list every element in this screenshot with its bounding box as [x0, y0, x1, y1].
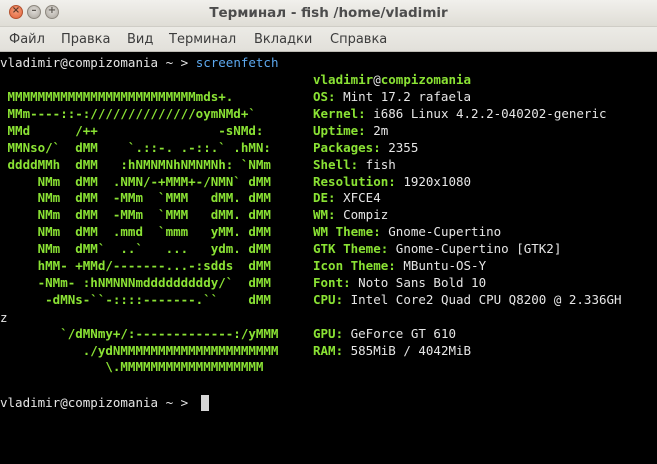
info-line: Kernel: i686 Linux 4.2.2-040202-generic [313, 106, 607, 122]
info-line: Resolution: 1920x1080 [313, 174, 471, 190]
info-line: WM Theme: Gnome-Cupertino [313, 224, 501, 240]
info-line: GTK Theme: Gnome-Cupertino [GTK2] [313, 241, 561, 257]
info-user: vladimir [313, 72, 374, 87]
logo-line: \.MMMMMMMMMMMMMMMMMMM [0, 359, 264, 375]
terminal-window: × – + Терминал - fish /home/vladimir Фай… [0, 0, 657, 464]
logo-line: MMm----::-://////////////oymNMd+` [0, 105, 256, 121]
terminal-output[interactable]: vladimir@compizomania ~ > screenfetch vl… [0, 53, 657, 464]
info-value: GeForce GT 610 [343, 325, 456, 341]
info-at: @ [373, 72, 381, 87]
info-line: Font: Noto Sans Bold 10 [313, 275, 486, 291]
prompt-path: ~ [165, 55, 174, 70]
info-key: OS: [313, 89, 336, 104]
info-value: fish [358, 156, 396, 172]
title-bar[interactable]: × – + Терминал - fish /home/vladimir [0, 0, 657, 27]
logo-line: `/dMNmy+/:-------------:/yMMM [0, 325, 279, 341]
logo-line: -NMm- :hNMNNNmdddddddddy/` dMM [0, 274, 271, 290]
menu-view[interactable]: Вид [127, 31, 153, 48]
prompt-line-current: vladimir@compizomania ~ > [0, 395, 196, 411]
prompt-line: vladimir@compizomania ~ > screenfetch [0, 55, 279, 71]
info-key: WM: [313, 207, 336, 223]
info-line: Shell: fish [313, 157, 396, 173]
logo-line: ./ydNMMMMMMMMMMMMMMMMMMMMM [0, 342, 279, 358]
info-key: Uptime: [313, 122, 366, 138]
info-line: RAM: 585MiB / 4042MiB [313, 343, 471, 359]
info-value: 2355 [380, 139, 419, 155]
logo-line: NMm dMM .mmd `mmm yMM. dMM [0, 224, 271, 240]
info-value: 1920x1080 [395, 173, 472, 189]
info-value: Gnome-Cupertino [GTK2] [388, 241, 562, 257]
info-value: Intel Core2 Quad CPU Q8200 @ 2.336GH [343, 291, 622, 307]
info-value: i686 Linux 4.2.2-040202-generic [365, 105, 607, 121]
prompt-user: vladimir@compizomania [0, 55, 159, 70]
info-line: Uptime: 2m [313, 123, 388, 139]
info-line: DE: XFCE4 [313, 190, 381, 206]
prompt-symbol: > [180, 55, 189, 70]
logo-line: NMm dMM` ..` ... ydm. dMM [0, 241, 271, 257]
info-value: Compiz [335, 207, 389, 223]
info-key: GPU: [313, 325, 344, 341]
window-title: Терминал - fish /home/vladimir [209, 5, 448, 21]
text-cursor [201, 395, 209, 411]
info-line: CPU: Intel Core2 Quad CPU Q8200 @ 2.336G… [313, 292, 622, 308]
info-key: Font: [313, 274, 351, 290]
info-value: 2m [365, 122, 389, 138]
prompt-user: vladimir@compizomania [0, 395, 159, 410]
info-value: Gnome-Cupertino [380, 224, 502, 240]
prompt-symbol: > [180, 395, 189, 410]
logo-line: NMm dMM .NMN/-+MMM+-/NMN` dMM [0, 173, 271, 189]
info-key: WM Theme: [313, 224, 381, 240]
info-value: Mint 17.2 rafaela [335, 89, 472, 104]
info-line: Icon Theme: MBuntu-OS-Y [313, 258, 486, 274]
info-line: WM: Compiz [313, 207, 388, 223]
logo-line: NMm dMM -MMm `MMM dMM. dMM [0, 207, 271, 223]
info-header: vladimir@compizomania [313, 72, 471, 88]
menu-tabs[interactable]: Вкладки [254, 31, 312, 48]
info-value: MBuntu-OS-Y [395, 258, 487, 273]
menu-bar: Файл Правка Вид Терминал Вкладки Справка [0, 27, 657, 52]
logo-line: MMMMMMMMMMMMMMMMMMMMMMMMMmds+. [0, 89, 234, 104]
info-key: Packages: [313, 139, 381, 155]
info-key: Kernel: [313, 105, 366, 121]
logo-line: MMd /++ -sNMd: [0, 122, 264, 138]
prompt-path: ~ [165, 395, 174, 410]
info-key: Resolution: [313, 173, 396, 189]
logo-line: MMNso/` dMM `.::-. .-::.` .hMN: [0, 139, 271, 155]
info-value: XFCE4 [335, 190, 381, 206]
menu-edit[interactable]: Правка [61, 31, 110, 48]
logo-line: -dMNs-``-::::-------.`` dMM [0, 291, 271, 307]
info-key: RAM: [313, 342, 344, 358]
logo-line: NMm dMM -MMm `MMM dMM. dMM [0, 190, 271, 206]
info-key: Icon Theme: [313, 258, 396, 273]
info-line: OS: Mint 17.2 rafaela [313, 89, 471, 105]
wrapped-text: z [0, 310, 8, 325]
logo-line: hMM- +MMd/-------...-:sdds dMM [0, 258, 271, 273]
info-line: GPU: GeForce GT 610 [313, 326, 456, 342]
info-host: compizomania [380, 72, 472, 87]
info-value: Noto Sans Bold 10 [350, 274, 487, 290]
command-text: screenfetch [195, 55, 279, 70]
menu-terminal[interactable]: Терминал [169, 31, 236, 48]
menu-help[interactable]: Справка [330, 31, 387, 48]
info-key: CPU: [313, 291, 344, 307]
logo-line: ddddMMh dMM :hNMNMNhNMNMNh: `NMm [0, 156, 271, 172]
info-key: DE: [313, 190, 336, 206]
info-value: 585MiB / 4042MiB [343, 342, 472, 358]
menu-file[interactable]: Файл [9, 31, 45, 48]
info-key: Shell: [313, 156, 359, 172]
info-key: GTK Theme: [313, 241, 389, 257]
info-line: Packages: 2355 [313, 140, 418, 156]
